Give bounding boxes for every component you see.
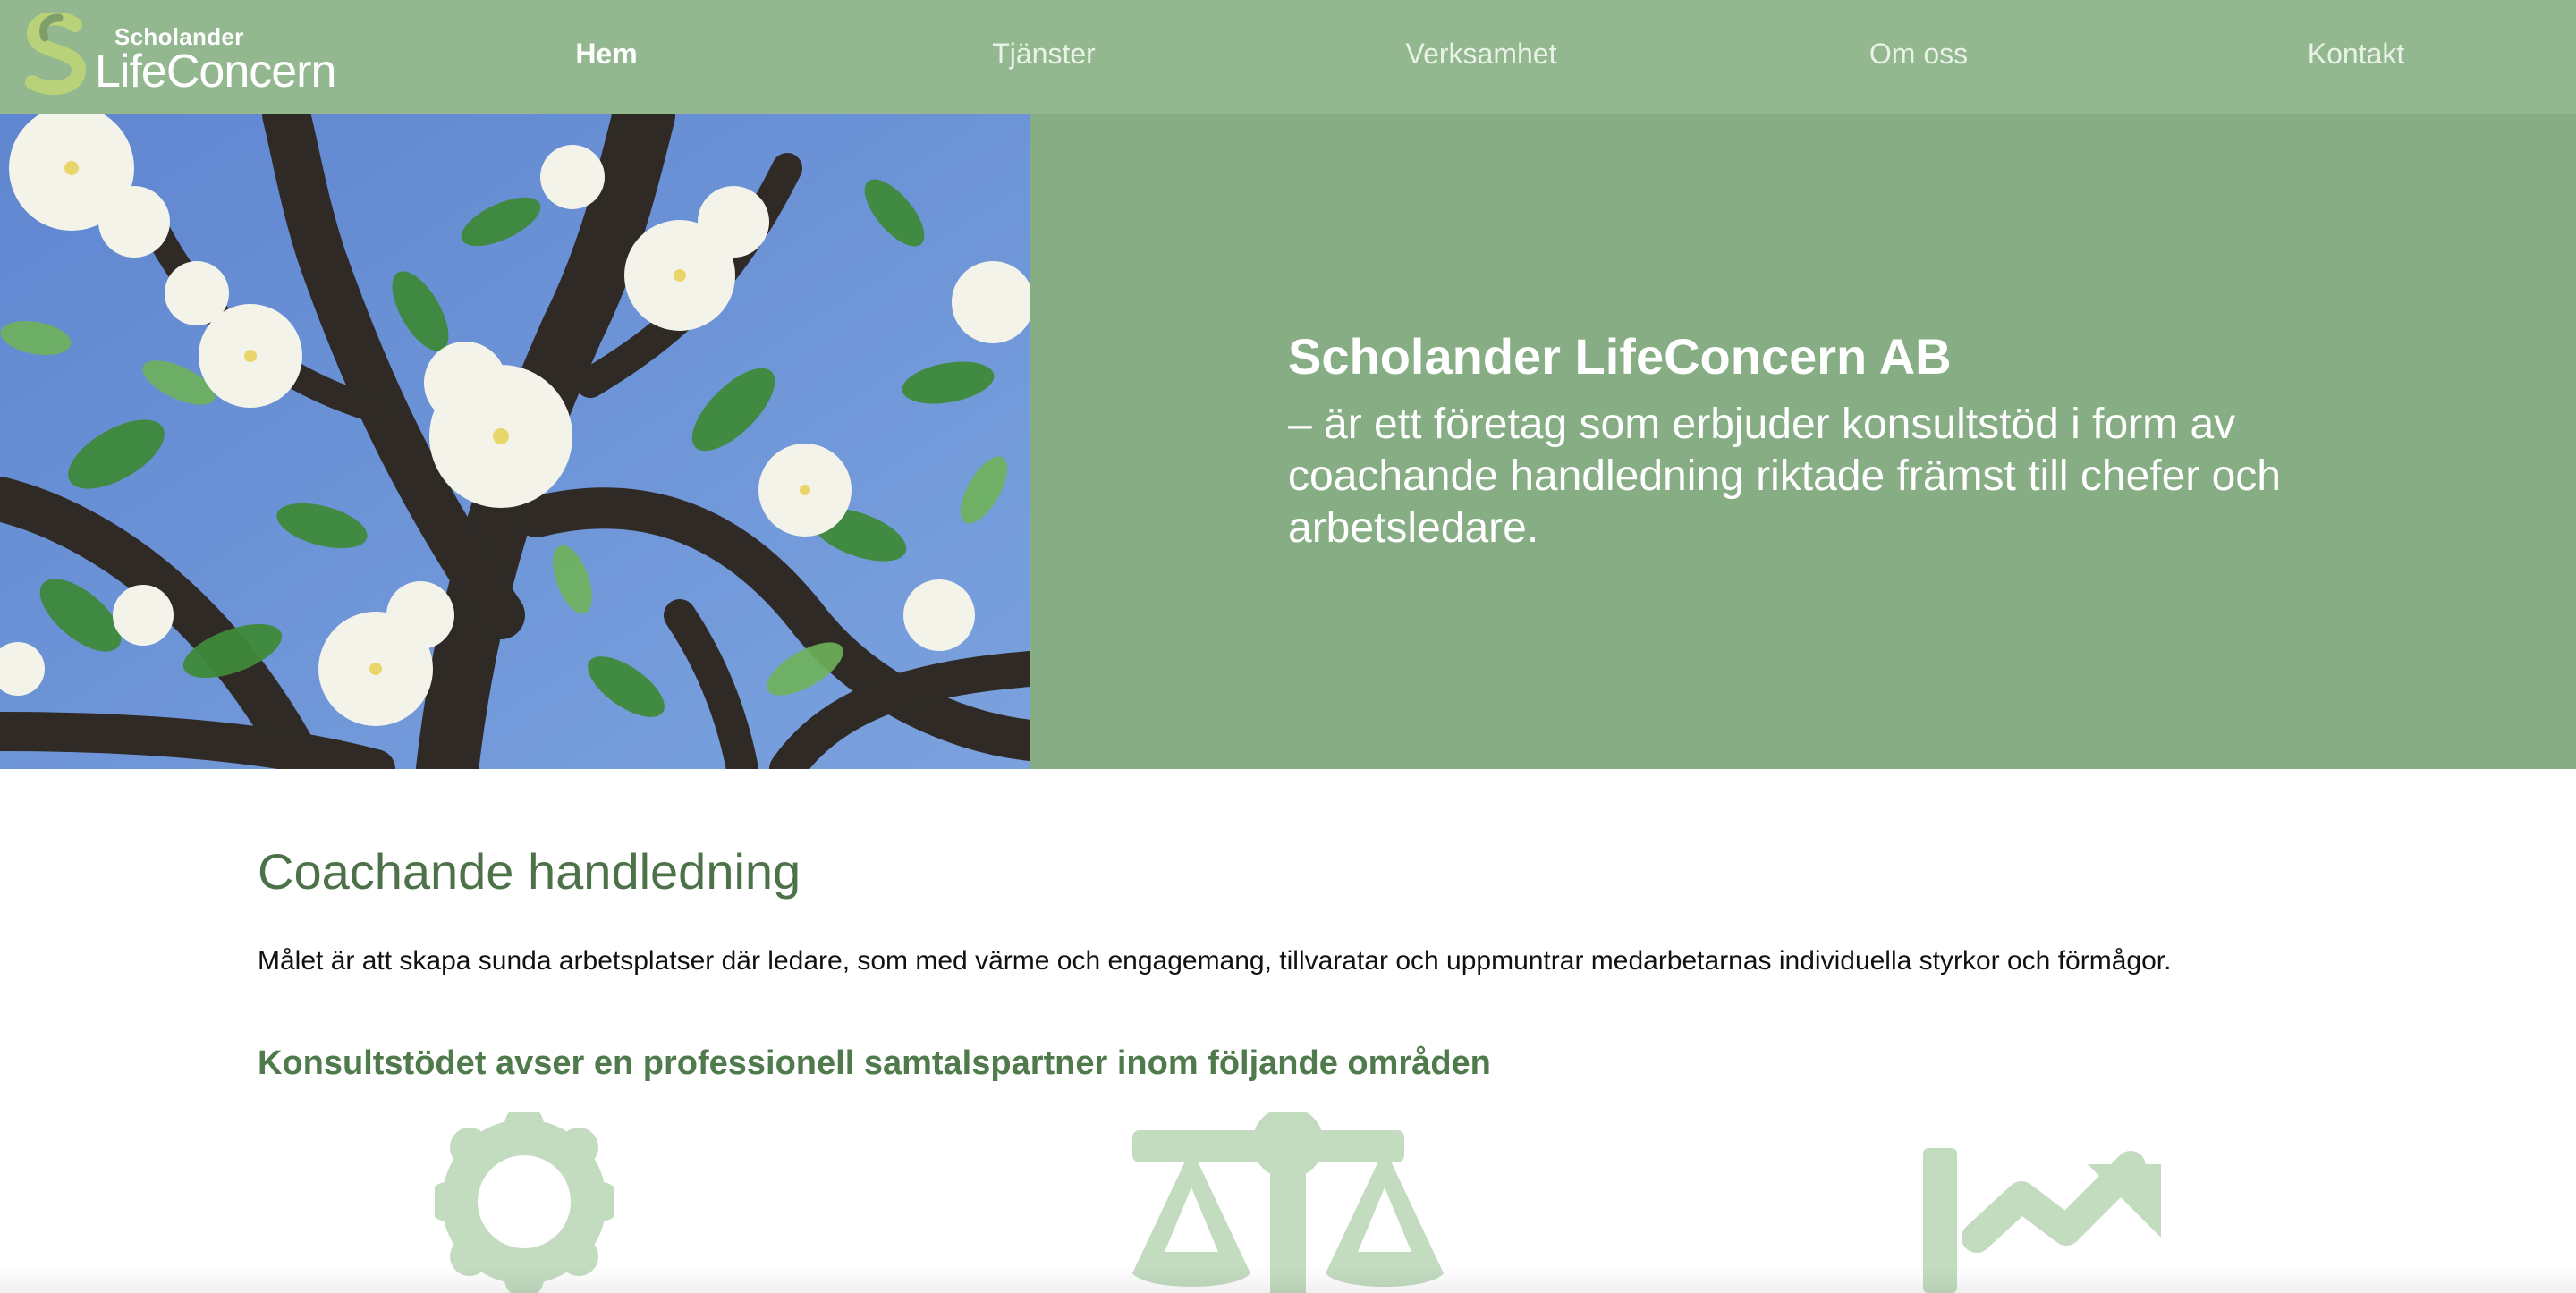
nav-item-verksamhet[interactable]: Verksamhet (1374, 38, 1589, 71)
nav-item-om-oss[interactable]: Om oss (1811, 38, 2026, 71)
nav-item-kontakt[interactable]: Kontakt (2249, 38, 2463, 71)
site-header: Scholander LifeConcern Hem Tjänster Verk… (0, 0, 2576, 114)
logo-text-big: LifeConcern (95, 46, 336, 97)
logo-s-mark-icon (25, 13, 87, 95)
hero-title: Scholander LifeConcern AB (1288, 328, 1952, 385)
section-intro: Målet är att skapa sunda arbetsplatser d… (258, 946, 2172, 976)
nav-item-hem[interactable]: Hem (499, 38, 714, 71)
hero-description: – är ett företag som erbjuder konsultstö… (1288, 401, 2281, 552)
page-bottom-shade (0, 1266, 2576, 1293)
hero-panel: Scholander LifeConcern AB – är ett föret… (1030, 114, 2576, 769)
hero-image-apple-blossom (0, 114, 1030, 769)
areas-subheading: Konsultstödet avser en professionell sam… (258, 1044, 1491, 1082)
nav-item-tjanster[interactable]: Tjänster (936, 38, 1151, 71)
section-title: Coachande handledning (258, 843, 801, 900)
logo[interactable]: Scholander LifeConcern (21, 13, 336, 102)
